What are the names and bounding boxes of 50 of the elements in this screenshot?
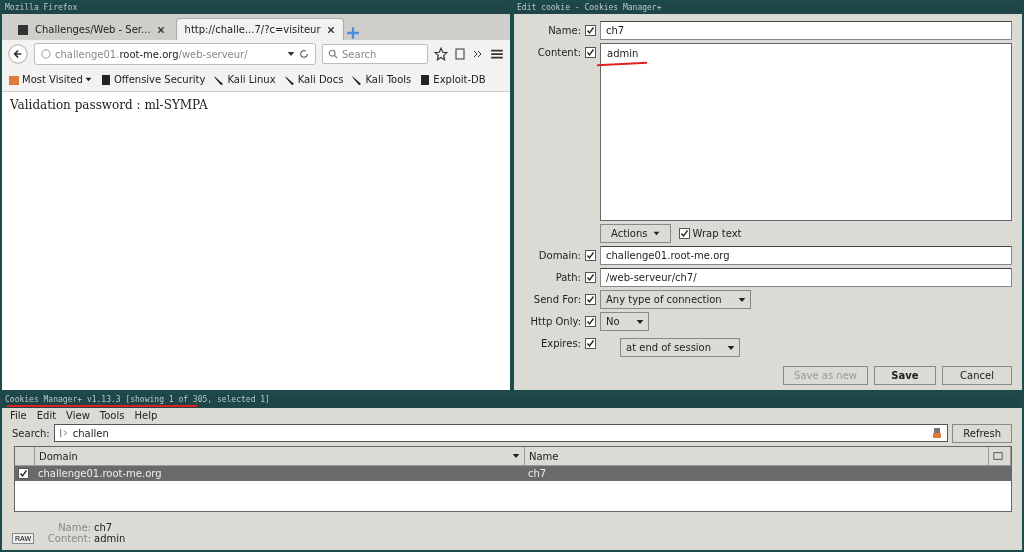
menu-item[interactable]: Edit (36, 409, 57, 421)
detail-label: Name: (57, 522, 92, 533)
bookmark[interactable]: Offensive Security (99, 73, 206, 86)
page-text: Validation password : ml-SYMPA (10, 98, 208, 112)
field-label: Send For: (533, 294, 581, 305)
refresh-button[interactable]: Refresh (952, 423, 1012, 443)
column-header[interactable]: Domain (35, 447, 525, 466)
menu-item[interactable]: Tools (99, 409, 125, 421)
dialog-button[interactable]: Save (874, 366, 936, 385)
table-cell-text: challenge01.root-me.org (37, 467, 163, 481)
bookmark[interactable]: Exploit-DB (419, 73, 486, 86)
bookmark[interactable]: Kali Linux (213, 73, 276, 86)
window-title: Mozilla Firefox (5, 3, 78, 12)
detail-value: admin (94, 533, 127, 544)
checkbox-label: Wrap text (692, 228, 742, 239)
field-label: Expires: (541, 338, 581, 349)
menu-item[interactable]: View (66, 409, 90, 421)
field-label: Path: (555, 272, 581, 283)
dropdown[interactable]: Any type of connection (600, 290, 751, 309)
dialog-button[interactable]: Cancel (942, 366, 1012, 385)
browser-tab[interactable]: Challenges/Web - Ser... (8, 18, 174, 40)
field-label: Http Only: (530, 316, 581, 327)
url-text: challenge01.root-me.org/web-serveur/ (55, 48, 248, 60)
field-label: Domain: (538, 250, 581, 261)
menu-item[interactable]: Help (134, 409, 158, 421)
search-field[interactable]: challen (53, 424, 949, 442)
search-label: Search: (12, 427, 50, 439)
name-field[interactable]: ch7 (600, 21, 1012, 40)
field-label: Name: (548, 25, 581, 36)
table-cell-text: ch7 (527, 467, 548, 481)
dropdown[interactable]: No (600, 312, 649, 331)
actions-button[interactable]: Actions (600, 224, 671, 243)
dropdown[interactable]: at end of session (620, 338, 741, 357)
table-row[interactable]: challenge01.root-me.org ch7 (15, 466, 1011, 481)
bookmark[interactable]: Kali Tools (351, 73, 412, 86)
text-field[interactable]: /web-serveur/ch7/ (600, 268, 1012, 287)
content-field[interactable]: admin (600, 43, 1012, 221)
bookmark[interactable]: Kali Docs (283, 73, 344, 86)
text-field[interactable]: challenge01.root-me.org (600, 246, 1012, 265)
url-field[interactable]: challenge01.root-me.org/web-serveur/ (34, 43, 316, 65)
field-label: Content: (537, 47, 581, 58)
detail-value: ch7 (94, 522, 114, 533)
menu-item[interactable]: File (10, 409, 27, 421)
search-field[interactable]: Search (322, 44, 428, 64)
window-title: Cookies Manager+ v1.13.3 [showing 1 of 305, selected 1] (5, 395, 270, 404)
detail-label: Content: (46, 533, 92, 544)
window-title: Edit cookie - Cookies Manager+ (517, 3, 662, 12)
bookmark[interactable]: Most Visited (8, 73, 92, 86)
browser-tab[interactable]: http://challe...7/?c=visiteur (175, 18, 344, 40)
column-header[interactable]: Name (525, 447, 989, 466)
